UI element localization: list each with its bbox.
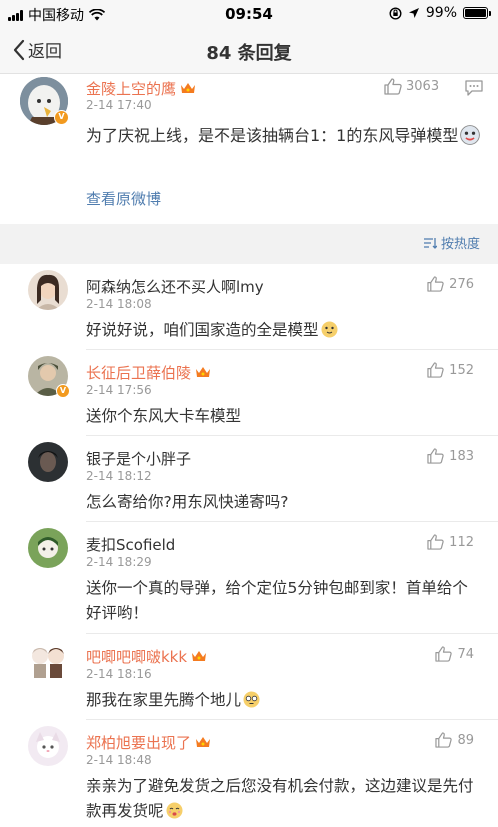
comment-author[interactable]: 麦扣Scofield	[86, 534, 175, 555]
comment-like-count: 152	[449, 362, 474, 378]
comment-text-body: 亲亲为了避免发货之后您没有机会付款，这边建议是先付款再发货呢	[86, 777, 474, 820]
thumbs-up-icon	[435, 732, 453, 748]
view-original-link[interactable]: 查看原微博	[86, 188, 161, 209]
comment-author[interactable]: 银子是个小胖子	[86, 448, 191, 469]
comment-like-count: 74	[457, 646, 474, 662]
location-icon	[408, 8, 419, 18]
comment-like-button[interactable]: 276	[427, 276, 474, 292]
comment-text: 亲亲为了避免发货之后您没有机会付款，这边建议是先付款再发货呢	[86, 774, 482, 824]
avatar[interactable]	[28, 442, 68, 482]
avatar[interactable]	[28, 640, 68, 680]
comment-text: 送你一个真的导弹，给个定位5分钟包邮到家！首单给个好评哟！	[86, 579, 468, 622]
comment-author[interactable]: 阿森纳怎么还不买人啊lmy	[86, 276, 264, 297]
avatar[interactable]	[28, 270, 68, 310]
comment-like-button[interactable]: 74	[435, 646, 474, 662]
battery-percent: 99%	[425, 5, 457, 21]
original-post: V 金陵上空的鹰 2-14 17:40 3063 为了庆祝上线，是不是该抽辆台1…	[0, 74, 498, 224]
comment-item: 阿森纳怎么还不买人啊lmy 2-14 18:08 276 好说好说，咱们国家造的…	[0, 264, 498, 350]
rotation-lock-icon	[389, 6, 402, 20]
post-content-text: 为了庆祝上线，是不是该抽辆台1：1的东风导弹模型	[86, 126, 459, 145]
comment-text: 怎么寄给你?用东风快递寄吗?	[86, 493, 289, 511]
status-right: 99%	[389, 5, 491, 21]
comment-like-count: 89	[457, 732, 474, 748]
thumbs-up-icon	[427, 534, 444, 550]
thumbs-up-icon	[384, 78, 402, 95]
verified-badge: V	[54, 110, 69, 125]
post-content: 为了庆祝上线，是不是该抽辆台1：1的东风导弹模型	[86, 122, 482, 149]
vip-crown-icon	[196, 737, 211, 747]
comment-item: V 长征后卫薛伯陵 2-14 17:56 152 送你个东风大卡车模型	[0, 350, 498, 436]
comment-text: 好说好说，咱们国家造的全是模型	[86, 318, 482, 343]
comment-author-name: 吧唧吧唧啵kkk	[86, 648, 188, 666]
avatar[interactable]	[28, 726, 68, 766]
comment-author[interactable]: 长征后卫薛伯陵	[86, 362, 211, 383]
sort-bar: 按热度	[0, 224, 498, 264]
comment-author-name: 长征后卫薛伯陵	[86, 364, 192, 382]
post-author-name: 金陵上空的鹰	[86, 80, 177, 98]
comment-text-body: 好说好说，咱们国家造的全是模型	[86, 321, 319, 339]
comment-time: 2-14 17:56	[86, 383, 152, 397]
comment-like-count: 276	[449, 276, 474, 292]
comment-text: 送你个东风大卡车模型	[86, 407, 242, 425]
blush-emoji-icon	[166, 802, 183, 819]
comment-like-button[interactable]: 152	[427, 362, 474, 378]
sort-by-hot-button[interactable]: 按热度	[423, 233, 480, 252]
thumbs-up-icon	[427, 276, 444, 292]
thumbs-up-icon	[427, 448, 444, 464]
comment-like-count: 183	[449, 448, 474, 464]
vip-crown-icon	[196, 367, 211, 377]
status-bar: 中国移动 09:54 99%	[0, 0, 498, 28]
thumbs-up-icon	[427, 362, 444, 378]
thumbs-up-icon	[435, 646, 453, 662]
comment-author[interactable]: 吧唧吧唧啵kkk	[86, 646, 207, 667]
nav-bar: 返回 84 条回复	[0, 28, 498, 74]
comment-item: 麦扣Scofield 2-14 18:29 112 送你一个真的导弹，给个定位5…	[0, 522, 498, 634]
sort-label: 按热度	[440, 237, 480, 252]
comment-time: 2-14 18:29	[86, 555, 152, 569]
doge-emoji-icon	[460, 125, 481, 145]
comment-time: 2-14 18:16	[86, 667, 152, 681]
battery-icon	[463, 7, 491, 19]
comment-icon[interactable]	[465, 80, 483, 96]
sort-icon	[423, 237, 437, 249]
glasses-emoji-icon	[243, 691, 260, 708]
comment-time: 2-14 18:12	[86, 469, 152, 483]
page-title: 84 条回复	[206, 43, 292, 64]
post-like-count: 3063	[406, 79, 440, 94]
vip-crown-icon	[181, 83, 196, 93]
verified-badge: V	[56, 384, 70, 398]
post-time: 2-14 17:40	[86, 98, 152, 112]
vip-crown-icon	[192, 651, 207, 661]
comment-like-count: 112	[449, 534, 474, 550]
comment-list: 阿森纳怎么还不买人啊lmy 2-14 18:08 276 好说好说，咱们国家造的…	[0, 264, 498, 827]
comment-author-name: 郑柏旭要出现了	[86, 734, 192, 752]
avatar[interactable]	[28, 528, 68, 568]
comment-time: 2-14 18:48	[86, 753, 152, 767]
post-author[interactable]: 金陵上空的鹰	[86, 78, 196, 99]
comment-like-button[interactable]: 183	[427, 448, 474, 464]
comment-like-button[interactable]: 112	[427, 534, 474, 550]
post-like-button[interactable]: 3063	[384, 78, 439, 95]
comment-item: 银子是个小胖子 2-14 18:12 183 怎么寄给你?用东风快递寄吗?	[0, 436, 498, 522]
comment-like-button[interactable]: 89	[435, 732, 474, 748]
comment-time: 2-14 18:08	[86, 297, 152, 311]
comment-item: 郑柏旭要出现了 2-14 18:48 89 亲亲为了避免发货之后您没有机会付款，…	[0, 720, 498, 827]
comment-text: 那我在家里先腾个地儿	[86, 688, 482, 713]
comment-item: 吧唧吧唧啵kkk 2-14 18:16 74 那我在家里先腾个地儿	[0, 634, 498, 720]
comment-text-body: 那我在家里先腾个地儿	[86, 691, 242, 709]
doge-emoji-icon	[321, 321, 338, 338]
comment-author[interactable]: 郑柏旭要出现了	[86, 732, 211, 753]
